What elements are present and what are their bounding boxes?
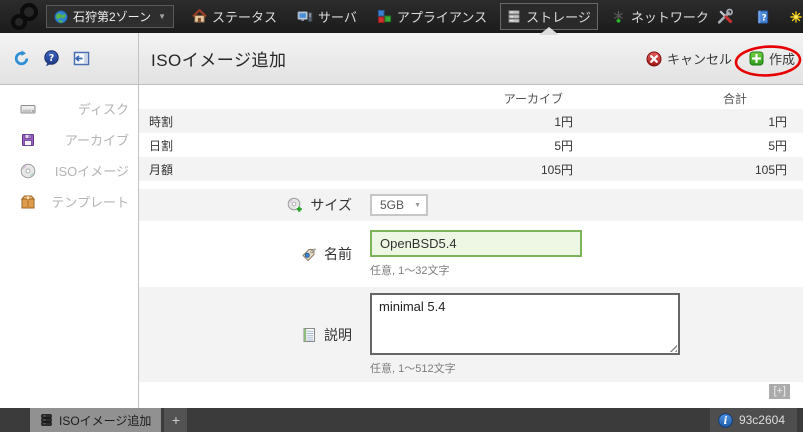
network-icon xyxy=(611,9,626,24)
sakura-logo-icon xyxy=(5,2,43,32)
home-icon xyxy=(192,9,207,24)
page-title: ISOイメージ追加 xyxy=(151,46,286,71)
sidebar-item-archive[interactable]: アーカイブ xyxy=(0,124,138,155)
form-row-name: 名前 任意, 1〜32文字 xyxy=(139,221,803,287)
nav-label: アプライアンス xyxy=(397,7,487,26)
size-select[interactable]: 5GB ▼ xyxy=(370,194,428,216)
bottom-tab-label: ISOイメージ追加 xyxy=(59,412,151,429)
form-row-description: 説明 minimal 5.4 任意, 1〜512文字 xyxy=(139,287,803,382)
description-hint: 任意, 1〜512文字 xyxy=(370,360,680,376)
nav-label: サーバ xyxy=(318,7,357,26)
pricing-column-total: 合計 xyxy=(589,88,803,109)
cancel-button[interactable]: キャンセル xyxy=(646,49,732,68)
sidebar-item-template[interactable]: テンプレート xyxy=(0,186,138,217)
nav-item-status[interactable]: ステータス xyxy=(185,3,284,30)
size-value: 5GB xyxy=(380,198,404,212)
chevron-down-icon: ▼ xyxy=(414,202,421,209)
sidebar-divider xyxy=(138,33,139,408)
svg-text:?: ? xyxy=(761,12,766,22)
nav-label: ネットワーク xyxy=(631,7,709,26)
sidebar: ディスク アーカイブ ISOイメ xyxy=(0,86,138,408)
create-plus-icon xyxy=(749,51,764,66)
nav-item-appliance[interactable]: アプライアンス xyxy=(370,3,494,30)
tools-icon[interactable] xyxy=(716,8,734,25)
server-icon xyxy=(297,9,313,24)
pricing-column-archive: アーカイブ xyxy=(429,88,589,109)
zone-label: 石狩第2ゾーン xyxy=(73,8,151,25)
sidebar-toolbar: ? xyxy=(0,33,139,84)
main-content: アーカイブ 合計 時割 1円 1円 日割 5円 5円 月額 105円 xyxy=(139,86,803,408)
sidebar-item-label: ディスク xyxy=(78,99,129,118)
svg-text:?: ? xyxy=(49,53,55,64)
sidebar-item-disk[interactable]: ディスク xyxy=(0,93,138,124)
cd-icon xyxy=(20,163,36,179)
svg-text:i: i xyxy=(724,416,728,427)
storage-tab-icon xyxy=(40,413,53,427)
bottom-tab-iso-add[interactable]: ISOイメージ追加 xyxy=(30,408,161,432)
pricing-header-row: アーカイブ 合計 xyxy=(139,88,803,109)
top-nav-bar: 石狩第2ゾーン ▼ ステータス xyxy=(0,0,803,33)
help-icon[interactable]: ? xyxy=(43,50,60,67)
header-strip: ? ISOイメージ追加 xyxy=(0,33,803,85)
manual-help-icon[interactable]: ? xyxy=(755,9,771,25)
description-label: 説明 xyxy=(324,325,352,345)
sidebar-item-label: ISOイメージ xyxy=(55,161,129,180)
globe-icon xyxy=(54,10,68,24)
description-label-group: 説明 xyxy=(139,325,352,345)
bottom-bar: ISOイメージ追加 + i 93c2604 xyxy=(0,408,803,432)
iso-form: サイズ 5GB ▼ xyxy=(139,189,803,382)
build-id: 93c2604 xyxy=(739,413,785,427)
name-label-group: 名前 xyxy=(139,244,352,264)
pricing-row-monthly: 月額 105円 105円 xyxy=(139,157,803,181)
nav-label: ストレージ xyxy=(526,7,591,26)
size-label: サイズ xyxy=(310,195,352,215)
pricing-row-hourly: 時割 1円 1円 xyxy=(139,109,803,133)
app-window: 石狩第2ゾーン ▼ ステータス xyxy=(0,0,803,432)
header-actions: キャンセル 作成 xyxy=(646,49,795,68)
note-icon xyxy=(301,327,317,343)
name-input[interactable] xyxy=(370,230,582,257)
sidebar-item-label: テンプレート xyxy=(51,192,129,211)
new-tab-button[interactable]: + xyxy=(164,408,187,432)
name-label: 名前 xyxy=(324,244,352,264)
info-icon: i xyxy=(718,413,733,428)
chevron-down-icon: ▼ xyxy=(158,12,166,21)
form-row-size: サイズ 5GB ▼ xyxy=(139,189,803,221)
appliance-icon xyxy=(377,9,392,24)
nav-item-server[interactable]: サーバ xyxy=(290,3,364,30)
refresh-icon[interactable] xyxy=(13,50,30,67)
zone-selector[interactable]: 石狩第2ゾーン ▼ xyxy=(46,5,174,28)
cd-plus-icon xyxy=(287,197,303,213)
disk-icon xyxy=(20,101,36,117)
main-menu: ステータス サーバ xyxy=(185,3,716,30)
name-hint: 任意, 1〜32文字 xyxy=(370,262,582,278)
sparkle-icon[interactable] xyxy=(790,11,802,23)
floppy-icon xyxy=(20,132,36,148)
collapse-panel-icon[interactable] xyxy=(73,50,90,67)
nav-item-storage[interactable]: ストレージ xyxy=(500,3,598,30)
expand-button[interactable]: [+] xyxy=(769,384,790,399)
create-label: 作成 xyxy=(769,49,795,68)
box-icon xyxy=(20,194,36,210)
sidebar-item-iso-image[interactable]: ISOイメージ xyxy=(0,155,138,186)
cancel-label: キャンセル xyxy=(667,49,732,68)
create-button[interactable]: 作成 xyxy=(749,49,795,68)
nav-item-network[interactable]: ネットワーク xyxy=(604,3,716,30)
selected-tab-pointer xyxy=(539,27,559,35)
nav-label: ステータス xyxy=(212,7,277,26)
pricing-row-daily: 日割 5円 5円 xyxy=(139,133,803,157)
sidebar-item-label: アーカイブ xyxy=(65,130,129,149)
pricing-table: アーカイブ 合計 時割 1円 1円 日割 5円 5円 月額 105円 xyxy=(139,88,803,181)
description-textarea[interactable]: minimal 5.4 xyxy=(370,293,680,355)
build-id-badge[interactable]: i 93c2604 xyxy=(710,408,797,432)
storage-icon xyxy=(507,9,521,24)
cancel-icon xyxy=(646,51,662,67)
page-header: ISOイメージ追加 キャンセル xyxy=(139,33,803,84)
size-label-group: サイズ xyxy=(139,195,352,215)
topbar-right-cluster: ? アカウント xyxy=(716,4,803,29)
tag-icon xyxy=(301,246,317,262)
